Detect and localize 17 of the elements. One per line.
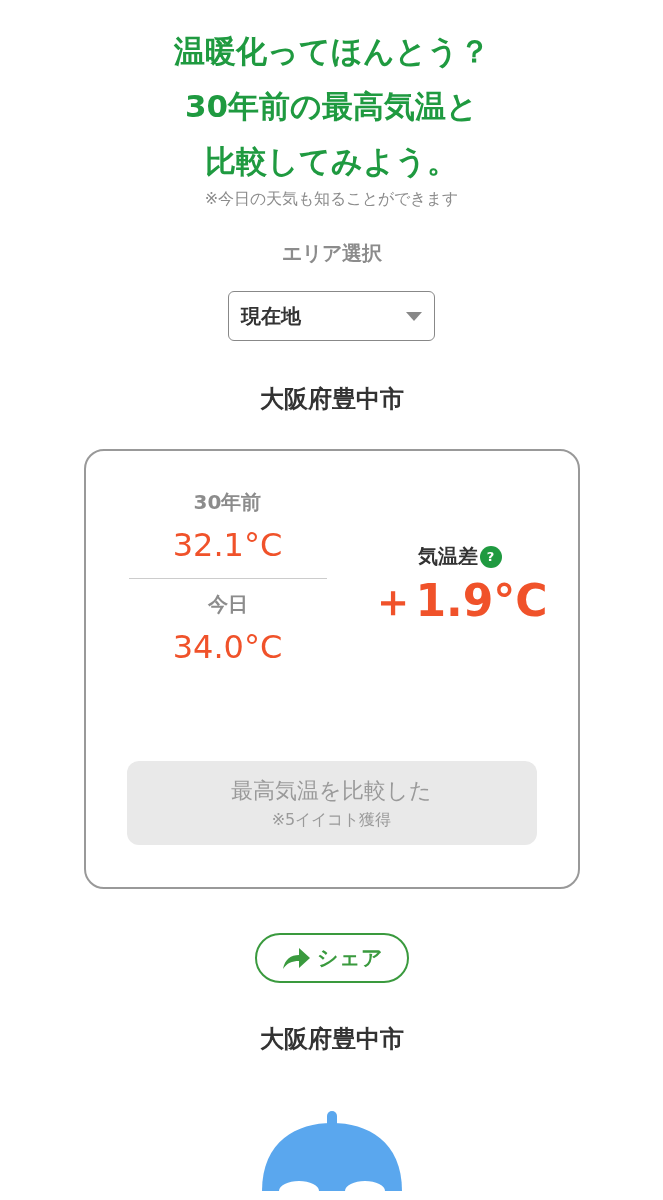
area-select[interactable]: 現在地: [228, 291, 435, 341]
city-name: 大阪府豊中市: [259, 384, 404, 415]
temperature-difference: ＋1.9°C: [371, 574, 548, 628]
today-label: 今日: [207, 591, 248, 618]
today-temperature: 34.0°C: [172, 628, 283, 666]
area-label: エリア選択: [281, 240, 382, 267]
page-title: 比較してみよう。: [205, 142, 458, 181]
past-label: 30年前: [193, 489, 262, 516]
difference-label: 気温差: [417, 543, 478, 570]
help-icon[interactable]: ?: [479, 545, 502, 568]
caret-icon: [406, 311, 422, 321]
past-temperature: 32.1°C: [172, 526, 283, 564]
share-button[interactable]: シェア: [254, 933, 409, 983]
city-name: 大阪府豊中市: [259, 1024, 404, 1055]
page-title: 30年前の最高気温と: [184, 87, 479, 126]
note-text: ※今日の天気も知ることができます: [204, 189, 459, 210]
page-title: 温暖化ってほんとう？: [173, 32, 490, 71]
